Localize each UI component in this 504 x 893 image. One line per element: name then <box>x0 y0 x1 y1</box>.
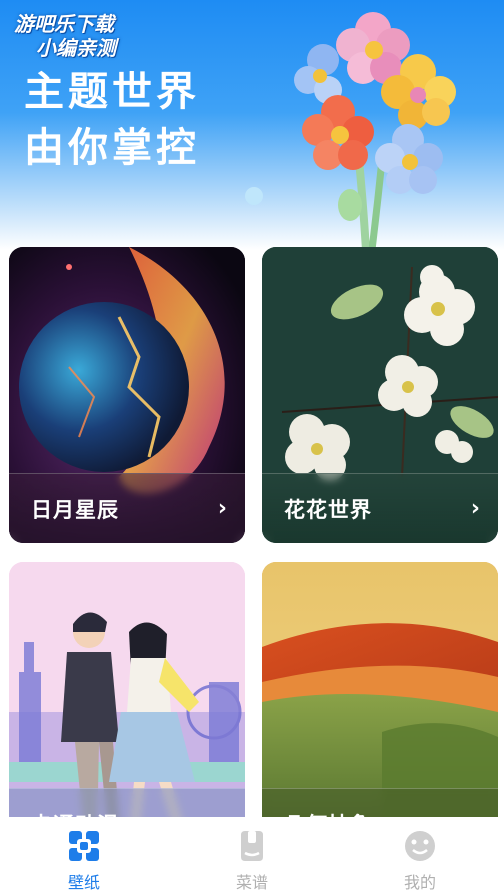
hero-title-line1: 主题世界 <box>24 69 200 115</box>
decorative-bubble <box>245 187 263 205</box>
hero-title-line2: 由你掌控 <box>24 125 200 171</box>
watermark-line2: 小编亲测 <box>36 36 116 60</box>
watermark: 游吧乐下载 小编亲测 <box>14 12 116 60</box>
category-name: 花花世界 <box>284 497 372 522</box>
bottom-tab-bar: 壁纸 菜谱 我的 <box>0 817 504 893</box>
category-card-label: 日月星辰 › <box>9 473 245 543</box>
profile-icon <box>405 831 435 861</box>
recipe-icon <box>241 831 263 861</box>
tab-profile[interactable]: 我的 <box>360 817 480 893</box>
tab-wallpaper[interactable]: 壁纸 <box>24 817 144 893</box>
category-name: 日月星辰 <box>31 497 119 522</box>
hero-title: 主题世界 由你掌控 <box>24 64 200 176</box>
category-card-geometric[interactable]: 几何抽象 › <box>262 562 498 858</box>
category-card-flowers[interactable]: 花花世界 › <box>262 247 498 543</box>
tab-recipes[interactable]: 菜谱 <box>192 817 312 893</box>
balloon-flower-bouquet-image <box>294 12 456 250</box>
hero-banner: 游吧乐下载 小编亲测 主题世界 由你掌控 <box>0 0 504 250</box>
tab-label: 壁纸 <box>67 873 100 892</box>
category-card-celestial[interactable]: 日月星辰 › <box>9 247 245 543</box>
tab-label: 菜谱 <box>235 873 268 892</box>
wallpaper-grid-icon <box>69 831 99 861</box>
tab-label: 我的 <box>403 873 436 892</box>
category-card-cartoon[interactable]: 卡通动漫 › <box>9 562 245 858</box>
category-card-label: 花花世界 › <box>262 473 498 543</box>
watermark-line1: 游吧乐下载 <box>14 12 114 36</box>
chevron-right-icon: › <box>470 496 480 521</box>
chevron-right-icon: › <box>217 496 227 521</box>
